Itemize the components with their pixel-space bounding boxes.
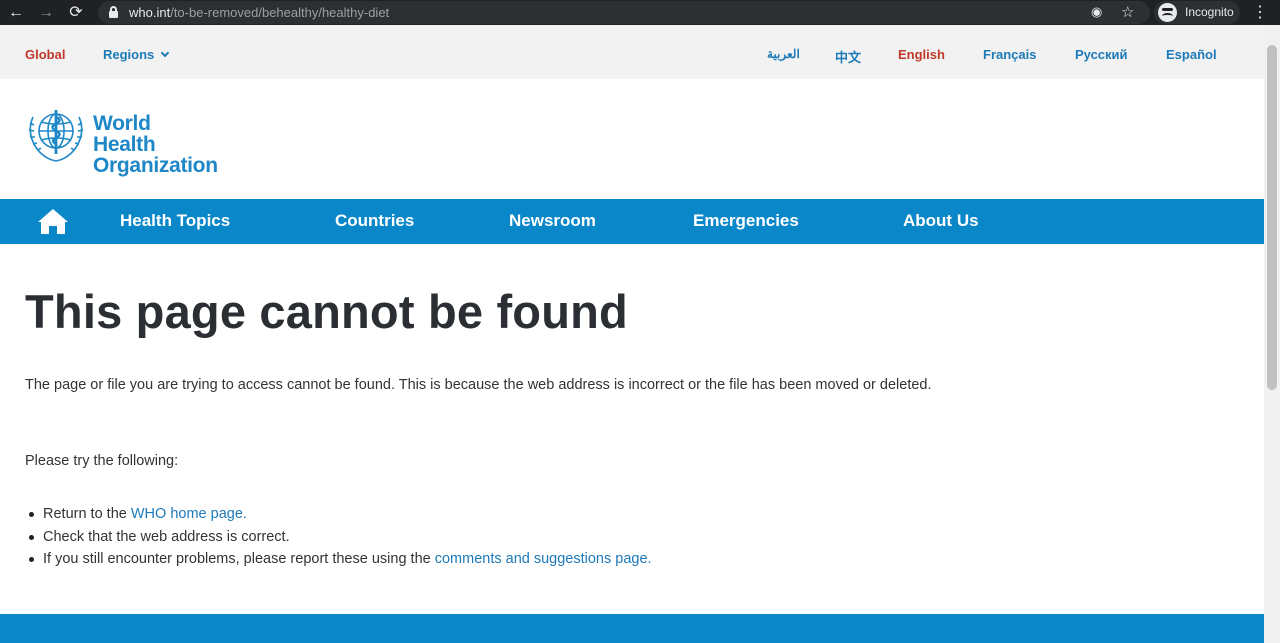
incognito-icon	[1158, 3, 1177, 22]
global-link[interactable]: Global	[25, 47, 65, 62]
incognito-badge[interactable]: Incognito	[1154, 1, 1240, 24]
lang-french[interactable]: Français	[983, 47, 1036, 62]
vertical-scrollbar[interactable]	[1264, 25, 1280, 643]
lang-spanish[interactable]: Español	[1166, 47, 1217, 62]
nav-newsroom[interactable]: Newsroom	[509, 211, 596, 231]
regions-label: Regions	[103, 47, 155, 62]
who-home-page-link[interactable]: WHO home page.	[131, 506, 247, 522]
chevron-down-icon	[161, 48, 170, 58]
site-header: World Health Organization	[0, 79, 1264, 199]
regions-dropdown[interactable]: Regions	[103, 47, 170, 62]
browser-toolbar: ← → ⟳ who.int/to-be-removed/behealthy/he…	[0, 0, 1280, 25]
url-text[interactable]: who.int/to-be-removed/behealthy/healthy-…	[129, 5, 389, 20]
nav-emergencies[interactable]: Emergencies	[693, 211, 799, 231]
list-item: Return to the WHO home page.	[25, 503, 652, 526]
suggestions-heading: Please try the following:	[25, 453, 179, 469]
nav-countries[interactable]: Countries	[335, 211, 414, 231]
lang-arabic[interactable]: العربية	[767, 47, 800, 61]
lang-chinese[interactable]: 中文	[835, 47, 861, 66]
suggestions-list: Return to the WHO home page. Check that …	[25, 503, 652, 571]
url-path: /to-be-removed/behealthy/healthy-diet	[170, 5, 390, 20]
page-title: This page cannot be found	[25, 285, 628, 338]
item-text: Return to the	[43, 506, 131, 522]
item-text: If you still encounter problems, please …	[43, 551, 435, 567]
logo-line-2: Organization	[93, 154, 218, 177]
who-wordmark: World Health Organization	[93, 113, 218, 176]
address-bar[interactable]: who.int/to-be-removed/behealthy/healthy-…	[98, 1, 1150, 24]
who-logo[interactable]: World Health Organization	[23, 105, 218, 176]
top-utility-bar: Global Regions العربية 中文 English França…	[0, 25, 1264, 79]
home-icon[interactable]	[36, 207, 70, 235]
who-emblem-icon	[28, 110, 84, 162]
scrollbar-thumb[interactable]	[1267, 45, 1277, 390]
nav-health-topics[interactable]: Health Topics	[120, 211, 230, 231]
error-description: The page or file you are trying to acces…	[25, 377, 932, 393]
lang-russian[interactable]: Русский	[1075, 47, 1128, 62]
back-arrow-icon[interactable]: ←	[5, 2, 27, 24]
url-host: who.int	[129, 5, 171, 20]
list-item: If you still encounter problems, please …	[25, 548, 652, 571]
bookmark-star-icon[interactable]: ☆	[1121, 3, 1134, 21]
logo-line-1: World Health	[93, 112, 156, 156]
list-item: Check that the web address is correct.	[25, 526, 652, 549]
comments-suggestions-link[interactable]: comments and suggestions page.	[435, 551, 652, 567]
browser-menu-icon[interactable]: ⋮	[1252, 2, 1268, 24]
tracking-blocked-eye-icon[interactable]: ◉	[1091, 4, 1102, 20]
forward-arrow-icon[interactable]: →	[35, 2, 57, 24]
page-viewport: Global Regions العربية 中文 English França…	[0, 25, 1264, 643]
lock-icon[interactable]	[109, 6, 118, 18]
lang-english[interactable]: English	[898, 47, 945, 62]
incognito-label: Incognito	[1185, 5, 1234, 19]
reload-icon[interactable]: ⟳	[65, 2, 87, 24]
footer-bar	[0, 614, 1264, 643]
main-navigation: Health Topics Countries Newsroom Emergen…	[0, 199, 1264, 244]
nav-about-us[interactable]: About Us	[903, 211, 979, 231]
